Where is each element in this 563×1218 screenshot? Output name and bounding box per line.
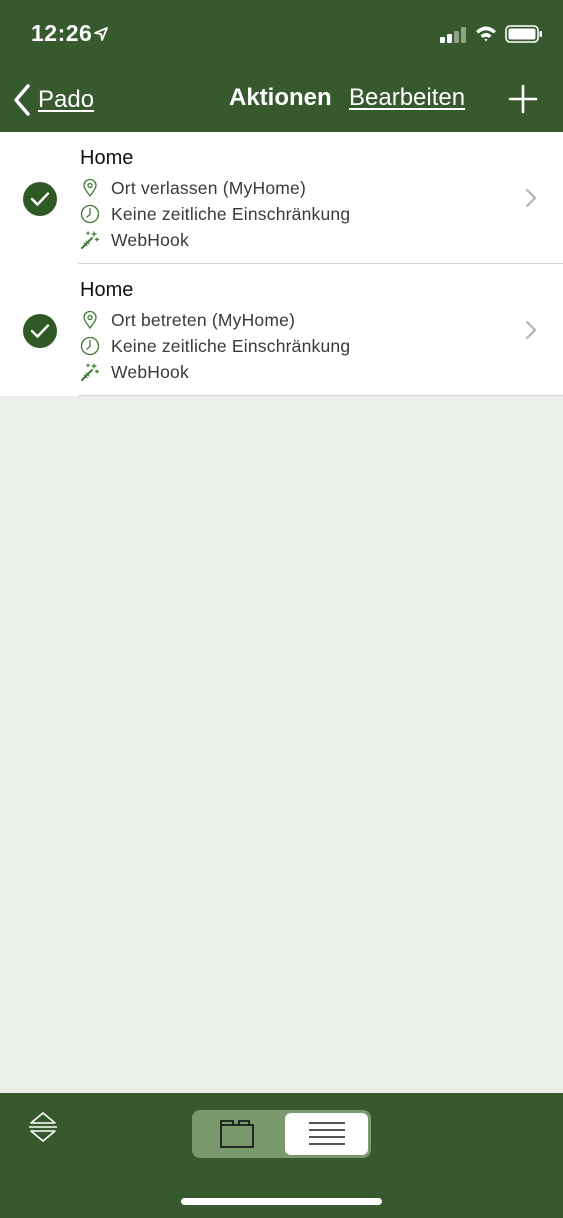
list-item[interactable]: Home Ort betreten (MyHome) Keine zeitlic…: [0, 264, 563, 396]
plus-icon[interactable]: [508, 84, 538, 114]
chevron-right-icon: [525, 320, 537, 340]
magic-wand-icon: [80, 230, 100, 250]
clock-icon: [80, 204, 100, 224]
checkmark-icon: [23, 182, 57, 216]
row-divider: [78, 395, 563, 396]
clock-icon: [80, 336, 100, 356]
trigger-location: Ort verlassen (MyHome): [80, 176, 306, 200]
folder-view-segment[interactable]: [195, 1113, 279, 1155]
action-title: Home: [80, 279, 134, 301]
page-title: Aktionen: [229, 84, 332, 111]
list-view-segment[interactable]: [285, 1113, 368, 1155]
back-button-label: Pado: [38, 86, 95, 113]
wifi-icon: [476, 26, 496, 42]
location-text: Ort verlassen (MyHome): [111, 177, 306, 198]
trigger-time: Keine zeitliche Einschränkung: [80, 202, 350, 226]
actions-list: Home Ort verlassen (MyHome) Keine zeitli…: [0, 132, 563, 396]
edit-button[interactable]: Bearbeiten: [349, 84, 465, 112]
sort-icon[interactable]: [28, 1111, 58, 1143]
navigation-bar: 12:26 Pado Aktionen Bearbeiten: [0, 0, 563, 132]
action-title: Home: [80, 147, 134, 169]
status-time: 12:26: [31, 20, 93, 46]
chevron-right-icon: [525, 188, 537, 208]
folder-icon: [220, 1120, 254, 1148]
cellular-signal-icon: [440, 27, 466, 43]
action-text: WebHook: [111, 361, 189, 382]
home-indicator: [181, 1198, 382, 1205]
magic-wand-icon: [80, 362, 100, 382]
trigger-location: Ort betreten (MyHome): [80, 308, 295, 332]
action-type: WebHook: [80, 360, 189, 384]
action-type: WebHook: [80, 228, 189, 252]
battery-icon: [505, 25, 542, 43]
view-mode-segmented-control: [192, 1110, 371, 1158]
bottom-toolbar: [0, 1093, 563, 1218]
location-text: Ort betreten (MyHome): [111, 309, 296, 330]
action-text: WebHook: [111, 229, 189, 250]
map-pin-icon: [80, 178, 100, 198]
chevron-left-icon: [14, 84, 30, 116]
map-pin-icon: [80, 310, 100, 330]
list-item[interactable]: Home Ort verlassen (MyHome) Keine zeitli…: [0, 132, 563, 264]
time-text: Keine zeitliche Einschränkung: [111, 203, 351, 224]
back-button[interactable]: Pado: [12, 80, 94, 120]
location-arrow-icon: [94, 27, 108, 41]
trigger-time: Keine zeitliche Einschränkung: [80, 334, 350, 358]
time-text: Keine zeitliche Einschränkung: [111, 335, 351, 356]
list-icon: [308, 1122, 345, 1145]
checkmark-icon: [23, 314, 57, 348]
